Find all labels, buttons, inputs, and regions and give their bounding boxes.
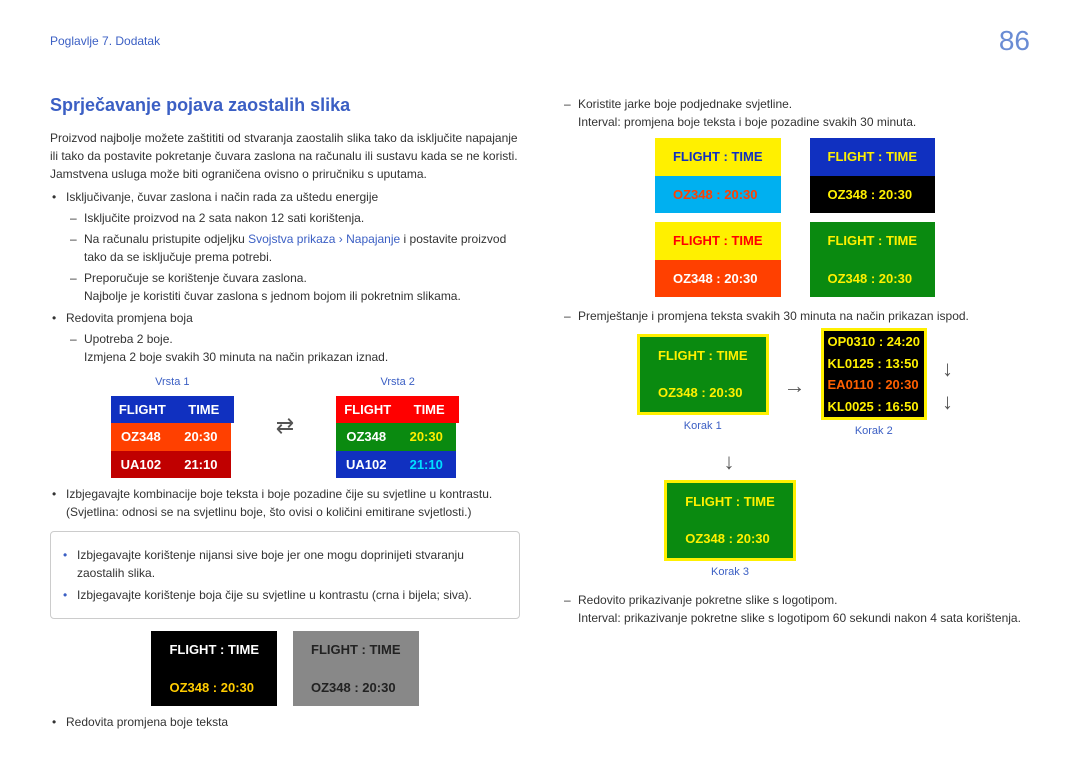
swap-arrow-icon: ⇄ — [276, 409, 294, 442]
bullet-item: Isključivanje, čuvar zaslona i način rad… — [50, 188, 520, 305]
dash-item: Upotreba 2 boje.Izmjena 2 boje svakih 30… — [66, 330, 520, 366]
caption-korak3: Korak 3 — [711, 564, 749, 581]
diagram-contrast: FLIGHT : TIME OZ348 : 20:30 FLIGHT : TIM… — [50, 629, 520, 708]
dash-item: Na računalu pristupite odjeljku Svojstva… — [66, 230, 520, 266]
dash-item: Isključite proizvod na 2 sata nakon 12 s… — [66, 209, 520, 227]
down-arrow-icon: ↓ — [942, 352, 953, 385]
bullet-item: Redovita promjena boja Upotreba 2 boje.I… — [50, 309, 520, 366]
caption-vrsta1: Vrsta 1 — [155, 374, 189, 391]
diagram-colors-row2: FLIGHT : TIME OZ348 : 20:30 FLIGHT : TIM… — [560, 220, 1030, 299]
dash-item: Premještanje i promjena teksta svakih 30… — [560, 307, 1030, 325]
dash-item: Koristite jarke boje podjednake svjetlin… — [560, 95, 1030, 131]
down-arrow-icon: ↓ — [430, 445, 1028, 478]
down-arrow-icon: ↓ — [942, 385, 953, 418]
link-display-props[interactable]: Svojstva prikaza — [248, 232, 335, 246]
caption-vrsta2: Vrsta 2 — [380, 374, 414, 391]
link-power[interactable]: Napajanje — [346, 232, 400, 246]
note-item: Izbjegavajte korištenje nijansi sive boj… — [61, 546, 509, 582]
section-heading: Sprječavanje pojava zaostalih slika — [50, 92, 520, 119]
diagram-step3: FLIGHT : TIME OZ348 : 20:30 Korak 3 — [430, 480, 1030, 584]
dash-item: Redovito prikazivanje pokretne slike s l… — [560, 591, 1030, 627]
bullet-item: Izbjegavajte kombinacije boje teksta i b… — [50, 485, 520, 521]
note-item: Izbjegavajte korištenje boja čije su svj… — [61, 586, 509, 604]
caption-korak1: Korak 1 — [684, 418, 722, 435]
bullet-item: Redovita promjena boje teksta — [50, 713, 520, 731]
right-arrow-icon: → — [784, 369, 806, 402]
diagram-colors-row1: FLIGHT : TIME OZ348 : 20:30 FLIGHT : TIM… — [560, 136, 1030, 215]
intro-text: Proizvod najbolje možete zaštititi od st… — [50, 129, 520, 183]
page-number: 86 — [999, 20, 1030, 62]
chapter-label: Poglavlje 7. Dodatak — [50, 32, 160, 50]
diagram-steps-12: FLIGHT : TIME OZ348 : 20:30 Korak 1 → OP… — [560, 328, 1030, 443]
dash-item: Preporučuje se korištenje čuvara zaslona… — [66, 269, 520, 305]
caption-korak2: Korak 2 — [855, 423, 893, 440]
